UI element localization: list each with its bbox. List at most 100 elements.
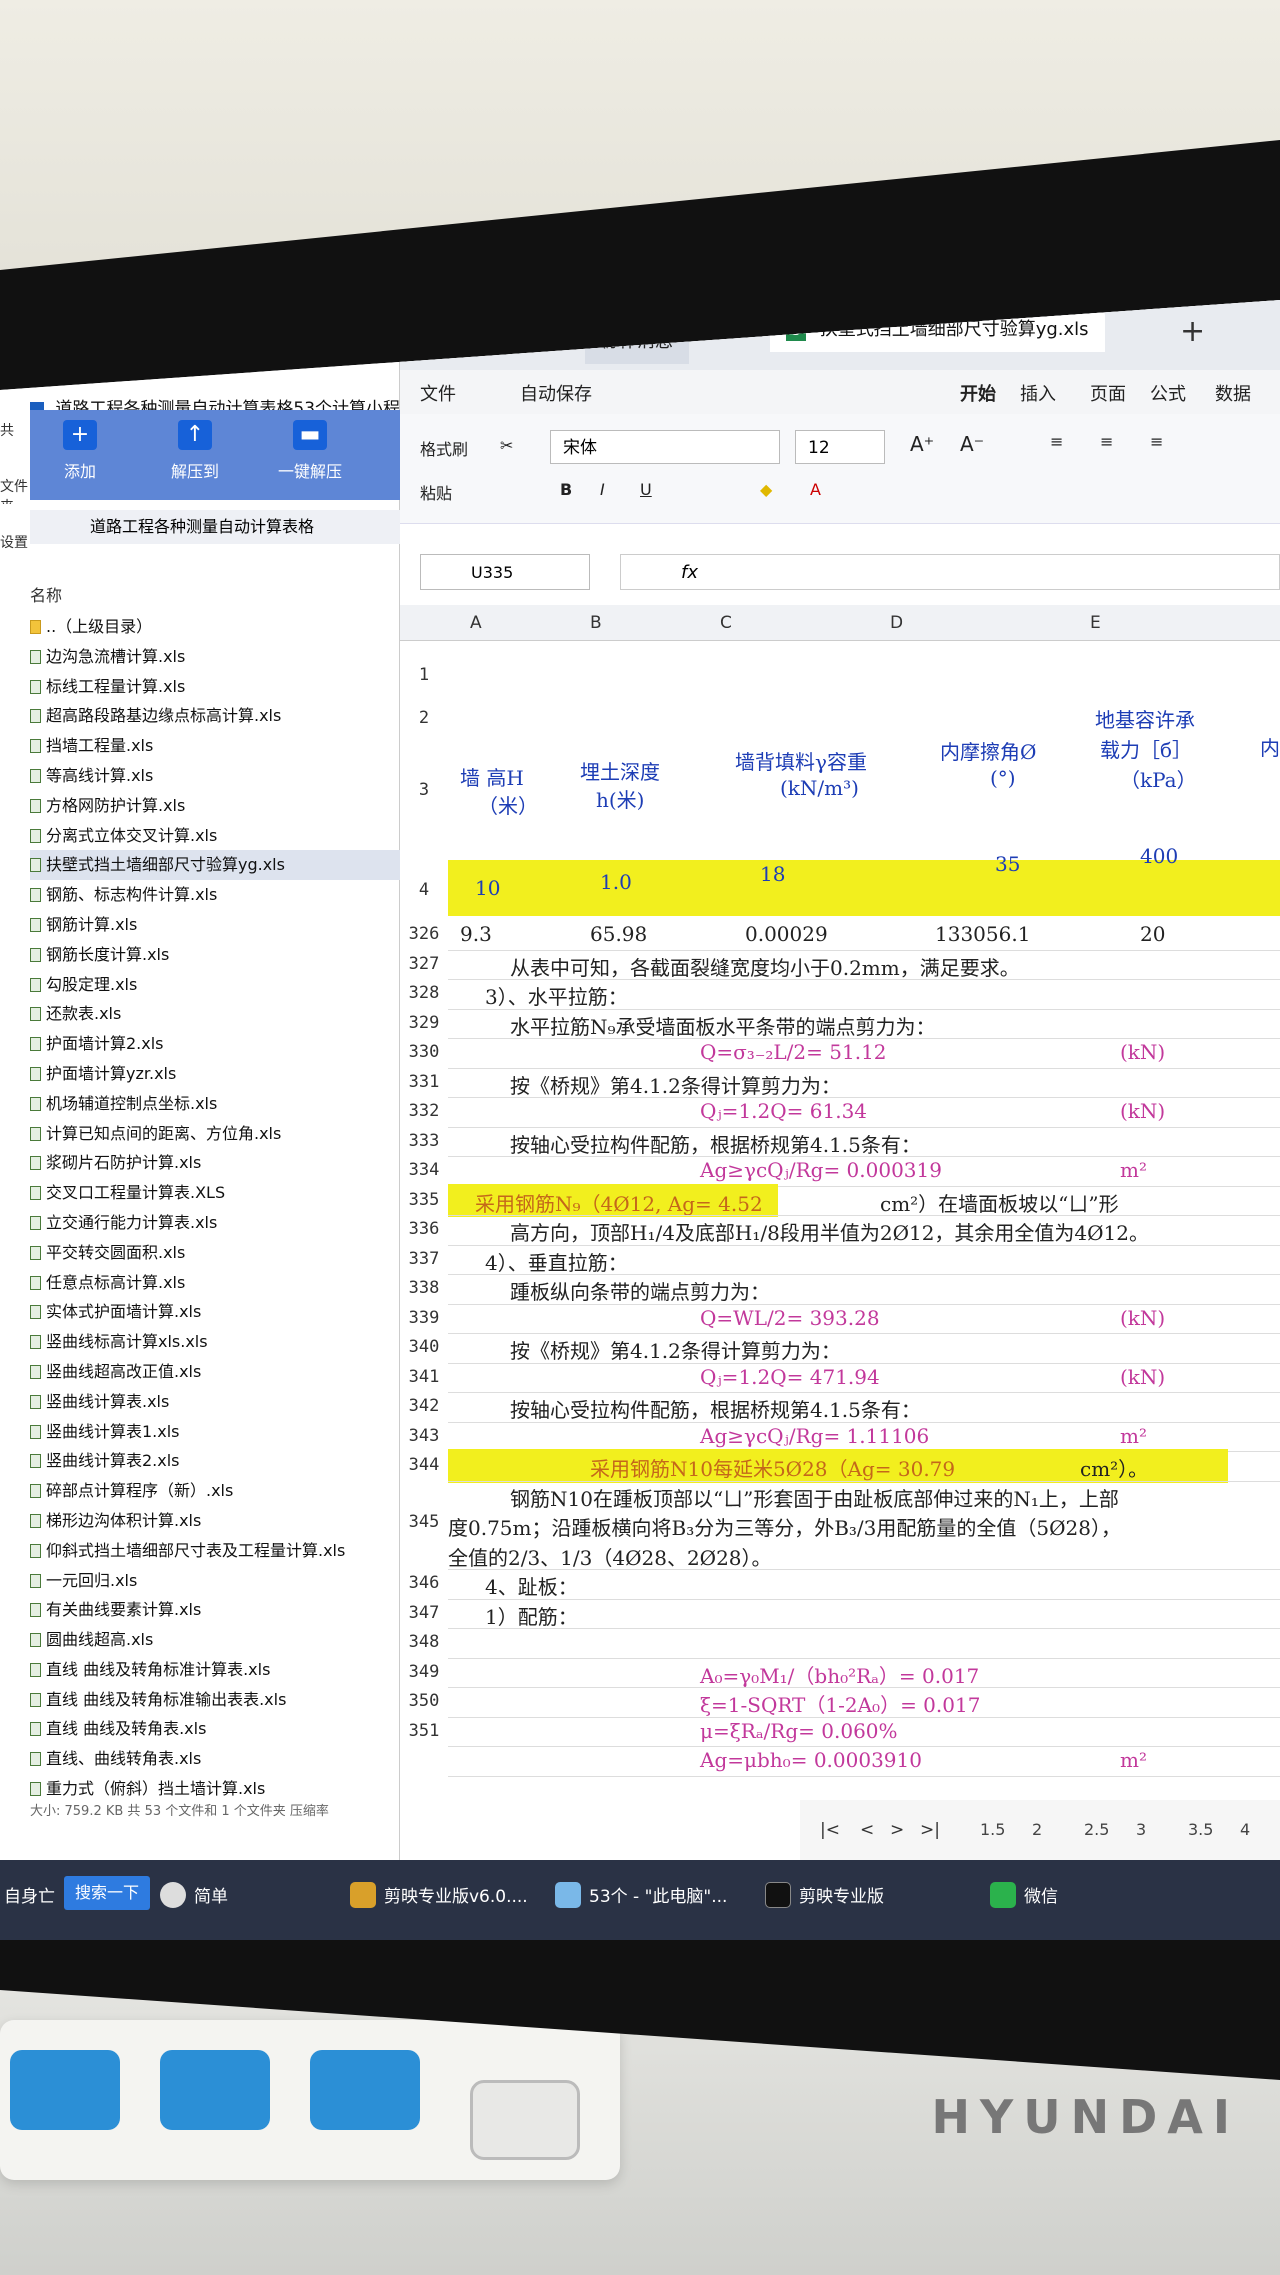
taskbar-item[interactable]: 剪映专业版 — [765, 1882, 884, 1908]
file-item[interactable]: 梯形边沟体积计算.xls — [30, 1506, 400, 1536]
file-item[interactable]: 有关曲线要素计算.xls — [30, 1595, 400, 1625]
font-color-icon[interactable]: A — [810, 480, 821, 499]
cell-text[interactable]: 1）配筋： — [485, 1601, 578, 1630]
row-number[interactable]: 2 — [400, 708, 448, 728]
new-tab-icon[interactable]: + — [1180, 314, 1205, 349]
bold-button[interactable]: B — [560, 480, 572, 499]
formula-result[interactable]: ξ=1-SQRT（1-2A₀）= 0.017 — [700, 1689, 980, 1718]
cell-text[interactable]: 从表中可知，各截面裂缝宽度均小于0.2mm，满足要求。 — [510, 952, 1020, 981]
row-number[interactable]: 338 — [400, 1278, 448, 1298]
align-center-icon[interactable]: ≡ — [1100, 432, 1113, 451]
file-item[interactable]: 立交通行能力计算表.xls — [30, 1208, 400, 1238]
next-sheet-button[interactable]: > — [890, 1820, 904, 1840]
fill-color-icon[interactable]: ◆ — [760, 480, 772, 499]
formula-result[interactable]: Qⱼ=1.2Q= 61.34 — [700, 1099, 867, 1123]
row-number[interactable]: 342 — [400, 1396, 448, 1416]
cell-text[interactable]: cm²）。 — [1080, 1453, 1148, 1482]
formula-result[interactable]: Qⱼ=1.2Q= 471.94 — [700, 1365, 880, 1389]
autosave-toggle[interactable]: 自动保存 — [520, 380, 592, 406]
row-number[interactable]: 339 — [400, 1308, 448, 1328]
row-number[interactable]: 337 — [400, 1249, 448, 1269]
cell-text[interactable]: 按轴心受拉构件配筋，根据桥规第4.1.5条有： — [510, 1394, 921, 1423]
row-number[interactable]: 350 — [400, 1691, 448, 1711]
cut-icon[interactable]: ✂ — [500, 436, 513, 455]
menu-file[interactable]: 文件 — [420, 380, 456, 406]
file-item[interactable]: 竖曲线计算表2.xls — [30, 1446, 400, 1476]
cell-text[interactable]: 3）、水平拉筋： — [485, 981, 628, 1010]
column-header-b[interactable]: B — [590, 613, 602, 633]
value-unit-weight[interactable]: 18 — [760, 862, 785, 886]
column-header-c[interactable]: C — [720, 613, 732, 633]
row-number[interactable]: 4 — [400, 880, 448, 900]
first-sheet-button[interactable]: |< — [820, 1820, 840, 1840]
italic-button[interactable]: I — [600, 480, 605, 499]
increase-font-icon[interactable]: A⁺ — [910, 432, 934, 456]
row-number[interactable]: 333 — [400, 1131, 448, 1151]
file-item[interactable]: 竖曲线计算表.xls — [30, 1387, 400, 1417]
row-number[interactable]: 347 — [400, 1603, 448, 1623]
menu-page[interactable]: 页面 — [1090, 380, 1126, 406]
file-item[interactable]: 超高路段路基边缘点标高计算.xls — [30, 701, 400, 731]
file-item[interactable]: 交叉口工程量计算表.XLS — [30, 1178, 400, 1208]
formula-result[interactable]: Q=WL/2= 393.28 — [700, 1306, 880, 1330]
file-item[interactable]: 勾股定理.xls — [30, 970, 400, 1000]
cell-text[interactable]: 按轴心受拉构件配筋，根据桥规第4.1.5条有： — [510, 1129, 921, 1158]
formula-result[interactable]: μ=ξRₐ/Rg= 0.060% — [700, 1719, 898, 1743]
file-item[interactable]: 方格网防护计算.xls — [30, 791, 400, 821]
value-height[interactable]: 10 — [475, 876, 500, 900]
add-button[interactable]: + 添加 — [40, 420, 120, 482]
cell-text[interactable]: 4、趾板： — [485, 1571, 578, 1600]
address-bar[interactable]: 道路工程各种测量自动计算表格 — [30, 510, 400, 544]
row-number[interactable]: 335 — [400, 1190, 448, 1210]
cell-text[interactable]: 钢筋N10在踵板顶部以“ㄩ”形套固于由趾板底部伸过来的N₁上，上部 — [510, 1483, 1119, 1512]
taskbar-item[interactable]: 微信 — [990, 1882, 1058, 1908]
file-item[interactable]: 护面墙计算yzr.xls — [30, 1059, 400, 1089]
parent-folder-item[interactable]: ..（上级目录） — [30, 612, 400, 642]
row-number[interactable]: 340 — [400, 1337, 448, 1357]
align-left-icon[interactable]: ≡ — [1050, 432, 1063, 451]
value-friction-angle[interactable]: 35 — [995, 852, 1020, 876]
file-item[interactable]: 竖曲线标高计算xls.xls — [30, 1327, 400, 1357]
file-item[interactable]: 护面墙计算2.xls — [30, 1029, 400, 1059]
highlighted-text[interactable]: 采用钢筋N₉（4Ø12, Ag= 4.52 — [475, 1188, 763, 1217]
formula-bar[interactable]: fx — [620, 554, 1280, 590]
file-item[interactable]: 钢筋、标志构件计算.xls — [30, 880, 400, 910]
file-item[interactable]: 钢筋计算.xls — [30, 910, 400, 940]
file-item[interactable]: 扶壁式挡土墙细部尺寸验算yg.xls — [30, 850, 400, 881]
column-header-a[interactable]: A — [470, 613, 482, 633]
search-button[interactable]: 搜索一下 — [64, 1876, 150, 1910]
file-item[interactable]: 挡墙工程量.xls — [30, 731, 400, 761]
formula-result[interactable]: Q=σ₃₋₂L/2= 51.12 — [700, 1040, 887, 1064]
cell-text[interactable]: 全值的2/3、1/3（4Ø28、2Ø28）。 — [448, 1542, 772, 1571]
menu-data[interactable]: 数据 — [1215, 380, 1251, 406]
cell-value[interactable]: 133056.1 — [935, 922, 1030, 946]
row-number[interactable]: 341 — [400, 1367, 448, 1387]
paste-button[interactable]: 粘贴 — [420, 480, 452, 504]
name-column-header[interactable]: 名称 — [30, 582, 62, 606]
formula-result[interactable]: Ag≥γcQⱼ/Rg= 1.11106 — [700, 1424, 929, 1448]
file-item[interactable]: 浆砌片石防护计算.xls — [30, 1148, 400, 1178]
file-item[interactable]: 平交转交圆面积.xls — [30, 1238, 400, 1268]
row-number[interactable]: 326 — [400, 924, 448, 944]
cell-value[interactable]: 9.3 — [460, 922, 492, 946]
row-number[interactable]: 348 — [400, 1632, 448, 1652]
file-item[interactable]: 任意点标高计算.xls — [30, 1268, 400, 1298]
row-number[interactable]: 1 — [400, 665, 448, 685]
row-number[interactable]: 327 — [400, 954, 448, 974]
cell-text[interactable]: 按《桥规》第4.1.2条得计算剪力为： — [510, 1070, 841, 1099]
file-item[interactable]: 竖曲线计算表1.xls — [30, 1417, 400, 1447]
file-item[interactable]: 等高线计算.xls — [30, 761, 400, 791]
file-item[interactable]: 一元回归.xls — [30, 1566, 400, 1596]
align-right-icon[interactable]: ≡ — [1150, 432, 1163, 451]
cell-text[interactable]: 度0.75m；沿踵板横向将B₃分为三等分，外B₃/3用配筋量的全值（5Ø28）， — [448, 1512, 1121, 1541]
formula-result[interactable]: A₀=γ₀M₁/（bh₀²Rₐ）= 0.017 — [700, 1660, 979, 1689]
last-sheet-button[interactable]: >| — [920, 1820, 940, 1840]
row-number[interactable]: 346 — [400, 1573, 448, 1593]
row-number[interactable]: 334 — [400, 1160, 448, 1180]
row-number[interactable]: 3 — [400, 780, 448, 800]
decrease-font-icon[interactable]: A⁻ — [960, 432, 984, 456]
formula-result[interactable]: Ag≥γcQⱼ/Rg= 0.000319 — [700, 1158, 942, 1182]
row-number[interactable]: 343 — [400, 1426, 448, 1446]
file-item[interactable]: 还款表.xls — [30, 999, 400, 1029]
row-number[interactable]: 349 — [400, 1662, 448, 1682]
